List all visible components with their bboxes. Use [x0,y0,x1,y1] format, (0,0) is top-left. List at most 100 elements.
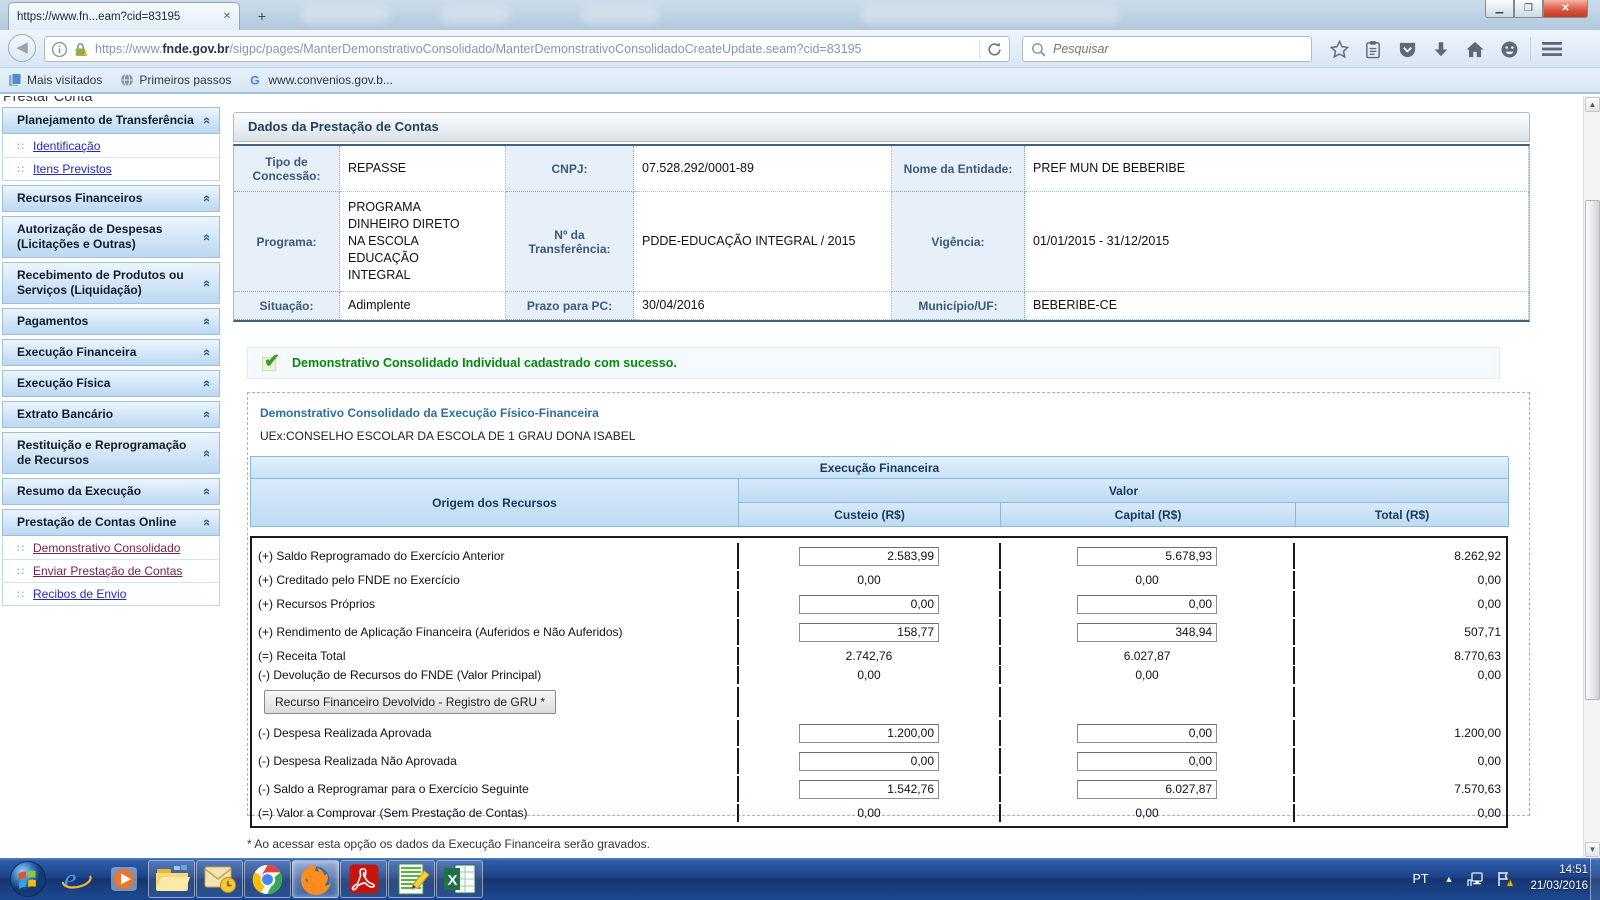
star-icon[interactable] [1322,35,1356,63]
tray-clock[interactable]: 14:51 21/03/2016 [1530,863,1588,894]
sidebar-item[interactable]: ∷ Demonstrativo Consolidado [3,537,219,560]
custeio-input[interactable] [799,546,939,566]
sidebar-section-header[interactable]: Recebimento de Produtos ou Serviços (Liq… [2,262,220,304]
capital-input[interactable] [1077,723,1218,743]
menu-icon[interactable] [1535,35,1569,63]
capital-input[interactable] [1077,751,1218,771]
smiley-icon[interactable] [1492,35,1526,63]
capital-input[interactable] [1077,622,1218,642]
aero-reflection [440,6,510,24]
total-value: 0,00 [1477,597,1501,611]
network-icon[interactable] [1467,871,1484,887]
firefox-icon[interactable] [292,860,339,898]
custeio-input[interactable] [799,751,939,771]
sidebar-section-header[interactable]: Execução Financeira « [2,339,220,366]
acrobat-icon[interactable] [340,860,387,898]
sidebar-section-label: Execução Física [17,376,111,390]
download-icon[interactable] [1424,35,1458,63]
bookmark-item[interactable]: Mais visitados [8,73,102,87]
sidebar-section: Recursos Financeiros « [2,185,220,212]
clipboard-icon[interactable] [1356,35,1390,63]
custeio-value: 0,00 [857,806,881,820]
sidebar-link[interactable]: Recibos de Envio [33,587,126,601]
windows-explorer-icon[interactable] [148,860,195,898]
home-icon[interactable] [1458,35,1492,63]
chrome-icon[interactable] [244,860,291,898]
bookmark-item[interactable]: Primeiros passos [120,73,231,87]
notes-icon[interactable] [388,860,435,898]
sidebar-link[interactable]: Enviar Prestação de Contas [33,564,182,578]
sidebar-section-header[interactable]: Pagamentos « [2,308,220,335]
info-icon[interactable] [51,41,68,58]
scroll-down-button[interactable]: ▼ [1585,842,1600,857]
url-bar[interactable]: https://www.fnde.gov.br/sigpc/pages/Mant… [44,36,1010,62]
capital-value: 0,00 [1135,806,1159,820]
sidebar-section-header[interactable]: Restituição e Reprogramação de Recursos « [2,432,220,474]
capital-cell [998,543,1294,569]
search-input[interactable] [1053,42,1304,56]
sidebar-section: Restituição e Reprogramação de Recursos « [2,432,220,474]
new-tab-button[interactable]: + [248,7,276,26]
sidebar-link[interactable]: Demonstrativo Consolidado [33,541,180,555]
start-orb-icon[interactable] [4,860,51,898]
bookmark-item[interactable]: Gwww.convenios.gov.b... [249,73,393,87]
page-scrollbar[interactable]: ▲ ▼ [1583,96,1600,858]
sidebar-item[interactable]: ∷ Enviar Prestação de Contas [3,560,219,583]
row-label: (+) Creditado pelo FNDE no Exercício [258,573,460,587]
scrollbar-thumb[interactable] [1585,200,1600,700]
page-title: Dados da Prestação de Contas [233,112,1530,142]
bullet-icon: ∷ [17,588,24,601]
restore-button[interactable]: ❐ [1514,0,1543,18]
sidebar-item[interactable]: ∷ Itens Previstos [3,158,219,180]
sidebar-section-header[interactable]: Extrato Bancário « [2,401,220,428]
custeio-cell [737,687,999,717]
sidebar-link[interactable]: Identificação [33,139,100,153]
svg-text:!: ! [1509,881,1511,887]
sidebar-link[interactable]: Itens Previstos [33,162,112,176]
browser-tab[interactable]: https://www.fn...eam?cid=83195 ✕ [8,2,240,30]
lock-warning-icon[interactable] [72,41,89,58]
sidebar-section-header[interactable]: Recursos Financeiros « [2,185,220,212]
capital-input[interactable] [1077,779,1218,799]
custeio-input[interactable] [799,723,939,743]
excel-icon[interactable]: X [436,860,483,898]
sidebar-section-header[interactable]: Execução Física « [2,370,220,397]
media-player-icon[interactable] [100,860,147,898]
outlook-icon[interactable] [196,860,243,898]
sidebar-section-header[interactable]: Resumo da Execução « [2,478,220,505]
gru-register-button[interactable]: Recurso Financeiro Devolvido - Registro … [264,690,557,714]
svg-text:X: X [447,872,457,889]
sidebar-item[interactable]: ∷ Recibos de Envio [3,583,219,605]
info-label: CNPJ: [506,146,634,192]
reload-icon[interactable] [986,41,1003,58]
sidebar-item[interactable]: ∷ Identificação [3,135,219,158]
show-desktop-button[interactable] [1590,858,1600,900]
custeio-input[interactable] [799,594,939,614]
sidebar-section: Autorização de Despesas (Licitações e Ou… [2,216,220,258]
capital-input[interactable] [1077,546,1218,566]
internet-explorer-icon[interactable]: e [52,860,99,898]
action-center-flag-icon[interactable]: ! [1496,871,1514,887]
capital-cell: 6.027,87 [998,647,1294,665]
sidebar-section-header[interactable]: Prestação de Contas Online « [2,509,220,536]
collapse-chevron-icon: « [199,487,215,496]
table-row: (+) Creditado pelo FNDE no Exercício 0,00… [252,571,1506,589]
sidebar-section-label: Prestação de Contas Online [17,515,177,529]
custeio-input[interactable] [799,622,939,642]
collapse-chevron-icon: « [199,518,215,527]
custeio-input[interactable] [799,779,939,799]
search-box[interactable] [1022,36,1312,62]
minimize-button[interactable]: ▁ [1485,0,1514,18]
capital-input[interactable] [1077,594,1218,614]
close-button[interactable]: ✕ [1543,0,1588,18]
scroll-up-button[interactable]: ▲ [1585,97,1600,112]
back-button[interactable]: ◀ [8,34,36,62]
sidebar-section-header[interactable]: Autorização de Despesas (Licitações e Ou… [2,216,220,258]
language-indicator[interactable]: PT [1413,872,1429,886]
info-value-text: PREF MUN DE BEBERIBE [1033,161,1186,176]
pocket-icon[interactable] [1390,35,1424,63]
tab-close-icon[interactable]: ✕ [223,11,231,22]
sidebar-section-header[interactable]: Planejamento de Transferência « [2,107,220,134]
row-label: (+) Recursos Próprios [258,597,376,611]
hidden-icons-arrow[interactable]: ▲ [1445,874,1454,884]
